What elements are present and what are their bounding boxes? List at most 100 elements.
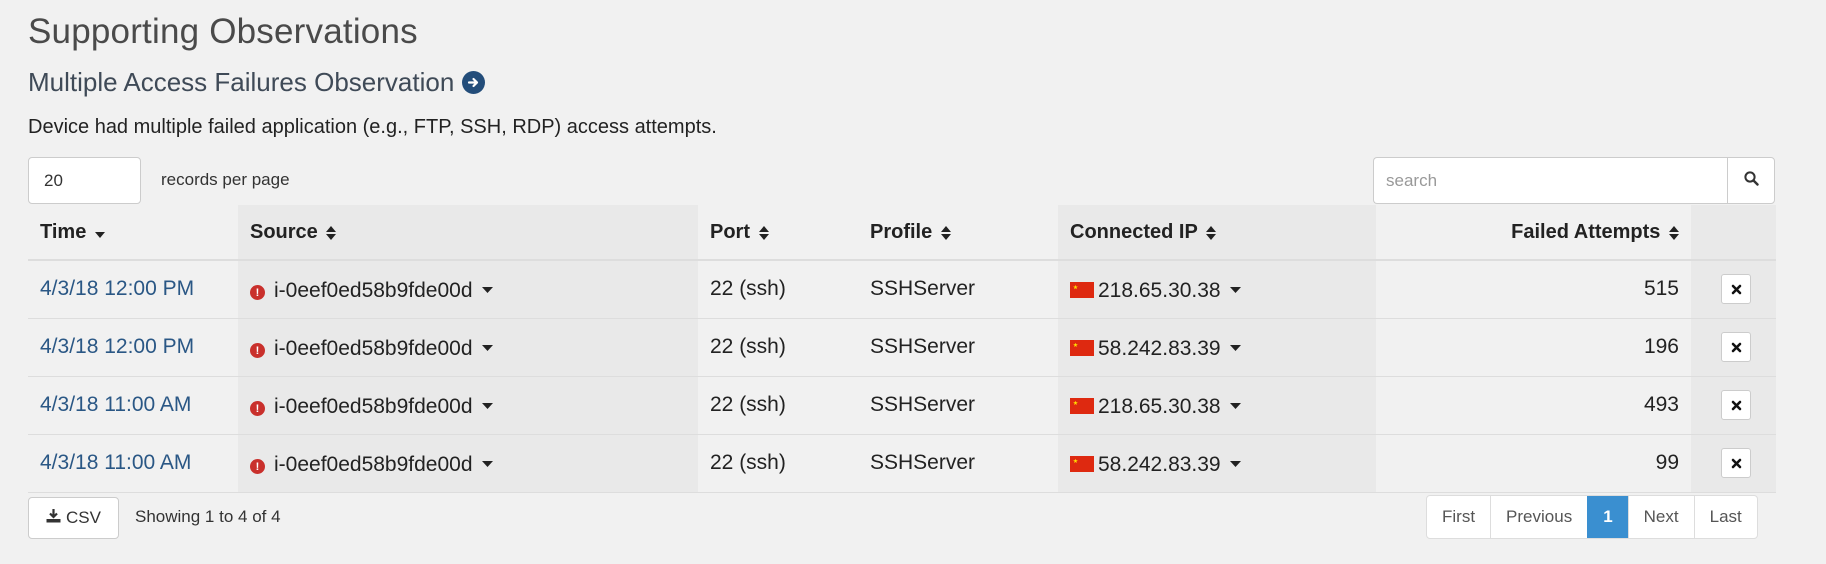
ip-value: 218.65.30.38 [1098, 278, 1221, 302]
close-icon [1731, 451, 1742, 475]
close-icon [1731, 277, 1742, 301]
sort-icon [1666, 221, 1679, 243]
sort-icon [323, 221, 337, 243]
pagination-current-page[interactable]: 1 [1587, 496, 1628, 538]
arrow-circle-right-icon[interactable] [462, 71, 486, 94]
remove-button[interactable] [1721, 332, 1751, 362]
remove-button[interactable] [1721, 390, 1751, 420]
table-info: Showing 1 to 4 of 4 [135, 507, 281, 526]
observations-table: Time Source Port Profile Connected IP Fa… [28, 205, 1776, 493]
page-length-select[interactable]: 20 [28, 157, 141, 204]
caret-down-icon[interactable] [1229, 450, 1241, 474]
source-cell[interactable]: ! i-0eef0ed58b9fde00d [238, 434, 698, 493]
port-cell: 22 (ssh) [698, 318, 858, 377]
header-time[interactable]: Time [28, 205, 238, 261]
action-cell [1691, 260, 1776, 319]
header-port[interactable]: Port [698, 205, 858, 261]
header-port-label: Port [710, 220, 750, 243]
caret-down-icon[interactable] [1229, 276, 1241, 300]
connected-ip-cell[interactable]: 218.65.30.38 [1058, 260, 1376, 319]
remove-button[interactable] [1721, 448, 1751, 478]
failed-attempts-cell: 196 [1376, 318, 1691, 377]
ip-value: 218.65.30.38 [1098, 394, 1221, 418]
time-link[interactable]: 4/3/18 12:00 PM [40, 277, 194, 300]
page-length-label: records per page [161, 170, 290, 189]
source-value: i-0eef0ed58b9fde00d [274, 336, 473, 360]
cn-flag-icon [1070, 339, 1094, 356]
csv-label: CSV [66, 508, 101, 527]
cn-flag-icon [1070, 281, 1094, 298]
header-source-label: Source [250, 220, 318, 243]
search-input[interactable] [1373, 157, 1727, 204]
sort-icon [938, 221, 951, 243]
pagination-last[interactable]: Last [1693, 496, 1757, 538]
search-button[interactable] [1727, 157, 1775, 204]
connected-ip-cell[interactable]: 58.242.83.39 [1058, 318, 1376, 377]
profile-cell: SSHServer [858, 260, 1058, 319]
table-row: 4/3/18 12:00 PM ! i-0eef0ed58b9fde00d 22 … [28, 260, 1776, 319]
header-failed-attempts[interactable]: Failed Attempts [1376, 205, 1691, 261]
profile-cell: SSHServer [858, 376, 1058, 435]
time-link[interactable]: 4/3/18 11:00 AM [40, 393, 191, 416]
ip-value: 58.242.83.39 [1098, 452, 1221, 476]
pagination: First Previous 1 Next Last [1426, 495, 1758, 539]
time-link[interactable]: 4/3/18 12:00 PM [40, 335, 194, 358]
caret-down-icon[interactable] [481, 334, 493, 358]
source-cell[interactable]: ! i-0eef0ed58b9fde00d [238, 376, 698, 435]
table-header-row: Time Source Port Profile Connected IP Fa… [28, 205, 1776, 261]
alert-icon: ! [250, 401, 265, 416]
profile-cell: SSHServer [858, 318, 1058, 377]
alert-icon: ! [250, 343, 265, 358]
sort-icon [756, 221, 769, 243]
profile-cell: SSHServer [858, 434, 1058, 493]
caret-down-icon[interactable] [481, 392, 493, 416]
action-cell [1691, 434, 1776, 493]
cn-flag-icon [1070, 455, 1094, 472]
search-group [1373, 157, 1775, 204]
header-actions [1691, 205, 1776, 261]
sort-desc-icon [92, 221, 105, 243]
cn-flag-icon [1070, 397, 1094, 414]
header-connected-ip-label: Connected IP [1070, 220, 1198, 243]
download-icon [46, 508, 61, 528]
port-cell: 22 (ssh) [698, 260, 858, 319]
pagination-previous[interactable]: Previous [1490, 496, 1587, 538]
table-row: 4/3/18 11:00 AM ! i-0eef0ed58b9fde00d 22 … [28, 434, 1776, 493]
alert-icon: ! [250, 285, 265, 301]
close-icon [1731, 335, 1742, 359]
source-value: i-0eef0ed58b9fde00d [274, 394, 473, 418]
header-time-label: Time [40, 220, 87, 243]
time-link[interactable]: 4/3/18 11:00 AM [40, 451, 191, 474]
caret-down-icon[interactable] [1229, 334, 1241, 358]
source-cell[interactable]: ! i-0eef0ed58b9fde00d [238, 318, 698, 377]
header-source[interactable]: Source [238, 205, 698, 261]
header-profile-label: Profile [870, 220, 933, 243]
ip-value: 58.242.83.39 [1098, 336, 1221, 360]
header-connected-ip[interactable]: Connected IP [1058, 205, 1376, 261]
port-cell: 22 (ssh) [698, 376, 858, 435]
source-value: i-0eef0ed58b9fde00d [274, 452, 473, 476]
port-cell: 22 (ssh) [698, 434, 858, 493]
pagination-next[interactable]: Next [1627, 496, 1694, 538]
csv-export-button[interactable]: CSV [28, 497, 119, 539]
action-cell [1691, 376, 1776, 435]
connected-ip-cell[interactable]: 58.242.83.39 [1058, 434, 1376, 493]
table-row: 4/3/18 12:00 PM ! i-0eef0ed58b9fde00d 22 … [28, 318, 1776, 377]
caret-down-icon[interactable] [481, 276, 493, 300]
failed-attempts-cell: 515 [1376, 260, 1691, 319]
connected-ip-cell[interactable]: 218.65.30.38 [1058, 376, 1376, 435]
observation-description: Device had multiple failed application (… [28, 116, 717, 138]
failed-attempts-cell: 493 [1376, 376, 1691, 435]
failed-attempts-cell: 99 [1376, 434, 1691, 493]
caret-down-icon[interactable] [481, 450, 493, 474]
observation-title: Multiple Access Failures Observation [28, 67, 486, 98]
source-cell[interactable]: ! i-0eef0ed58b9fde00d [238, 260, 698, 319]
remove-button[interactable] [1721, 274, 1751, 305]
header-profile[interactable]: Profile [858, 205, 1058, 261]
page-title: Supporting Observations [28, 12, 418, 51]
header-failed-attempts-label: Failed Attempts [1511, 220, 1661, 243]
search-icon [1743, 170, 1759, 191]
caret-down-icon[interactable] [1229, 392, 1241, 416]
pagination-first[interactable]: First [1427, 496, 1490, 538]
sort-icon [1203, 221, 1216, 243]
